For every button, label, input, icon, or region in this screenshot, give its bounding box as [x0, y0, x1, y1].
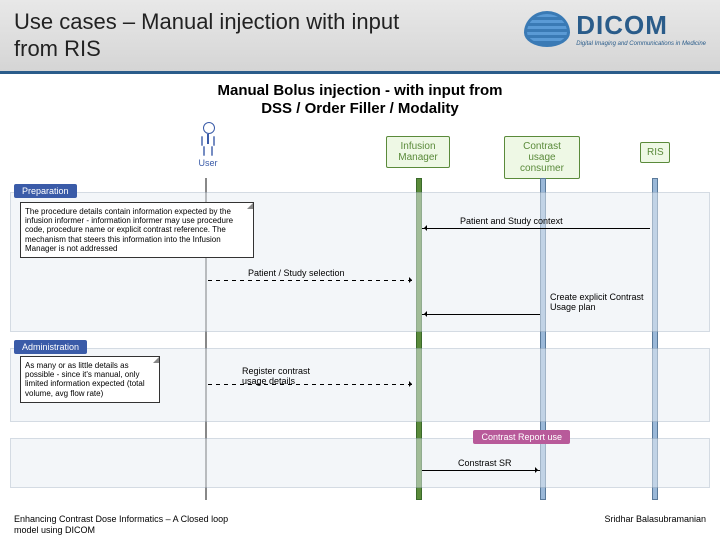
actors-row: User Infusion Manager Contrast usage con… — [10, 122, 710, 178]
slide-header: Use cases – Manual injection with input … — [0, 0, 720, 74]
footer-left: Enhancing Contrast Dose Informatics – A … — [14, 514, 254, 536]
sequence-diagram: Manual Bolus injection - with input from… — [10, 82, 710, 500]
phase-administration: Administration As many or as little deta… — [10, 348, 710, 422]
msg-patient-study-selection: Patient / Study selection — [248, 268, 345, 278]
phase-report: Contrast Report use Constrast SR — [10, 438, 710, 488]
phase-label-report: Contrast Report use — [473, 430, 570, 444]
user-icon — [198, 122, 218, 156]
phase-label-admin: Administration — [14, 340, 87, 354]
msg-contrast-sr: Constrast SR — [458, 458, 512, 468]
slide-title: Use cases – Manual injection with input … — [14, 9, 434, 62]
actor-user: User — [198, 122, 218, 168]
actor-infusion-manager: Infusion Manager — [386, 136, 450, 168]
globe-icon — [524, 11, 570, 47]
slide-footer: Enhancing Contrast Dose Informatics – A … — [14, 514, 706, 536]
actor-contrast-consumer: Contrast usage consumer — [504, 136, 580, 179]
actor-ris: RIS — [640, 142, 670, 163]
note-administration: As many or as little details as possible… — [20, 356, 160, 403]
logo-tagline: Digital Imaging and Communications in Me… — [576, 41, 706, 47]
phase-preparation: Preparation The procedure details contai… — [10, 192, 710, 332]
diagram-title: Manual Bolus injection - with input from… — [10, 82, 710, 118]
msg-register-details: Register contrast usage details — [242, 366, 332, 386]
arrow-patient-study-context — [422, 228, 650, 229]
arrow-patient-study-selection — [208, 280, 414, 281]
logo-name: DICOM — [576, 10, 706, 41]
phase-label-prep: Preparation — [14, 184, 77, 198]
dicom-logo: DICOM Digital Imaging and Communications… — [524, 10, 706, 47]
msg-create-plan: Create explicit Contrast Usage plan — [550, 292, 650, 312]
arrow-contrast-sr — [422, 470, 540, 471]
note-preparation: The procedure details contain informatio… — [20, 202, 254, 258]
arrow-create-plan — [422, 314, 540, 315]
msg-patient-study-context: Patient and Study context — [460, 216, 563, 226]
footer-author: Sridhar Balasubramanian — [604, 514, 706, 536]
